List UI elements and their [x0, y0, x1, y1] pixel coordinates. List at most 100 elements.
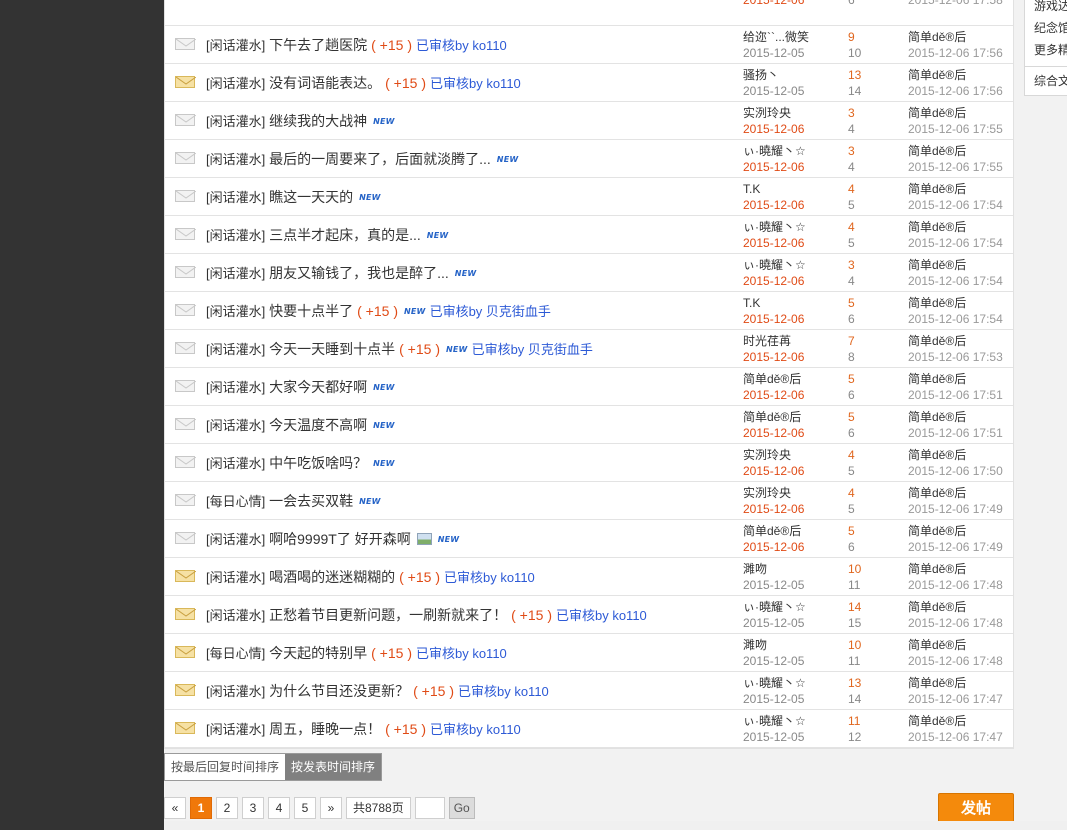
- page-1-button[interactable]: 1: [190, 797, 212, 819]
- thread-subject-link[interactable]: 朋友又输钱了，我也是醉了...: [269, 265, 449, 281]
- author-name[interactable]: 给迩``...微笑: [743, 30, 809, 44]
- hot-thread-envelope-icon[interactable]: [175, 722, 196, 734]
- thread-category[interactable]: [闲话灌水]: [206, 304, 265, 319]
- prev-page-button[interactable]: «: [164, 797, 186, 819]
- thread-category[interactable]: [闲话灌水]: [206, 456, 265, 471]
- thread-subject-link[interactable]: 瞧这一天天的: [269, 189, 353, 205]
- thread-category[interactable]: [闲话灌水]: [206, 380, 265, 395]
- author-name[interactable]: 实洌玲央: [743, 486, 791, 500]
- thread-category[interactable]: [闲话灌水]: [206, 76, 265, 91]
- last-reply-time[interactable]: 2015-12-06 17:47: [908, 729, 1003, 745]
- sort-by-last-reply-button[interactable]: 按最后回复时间排序: [165, 754, 285, 780]
- thread-envelope-icon[interactable]: [175, 342, 196, 354]
- thread-subject-link[interactable]: 三点半才起床，真的是...: [269, 227, 421, 243]
- thread-subject-link[interactable]: 正愁着节目更新问题，一刷新就来了！: [269, 607, 507, 623]
- author-name[interactable]: 实洌玲央: [743, 448, 791, 462]
- thread-category[interactable]: [闲话灌水]: [206, 38, 265, 53]
- thread-subject-link[interactable]: 下午去了趟医院: [269, 37, 367, 53]
- thread-category[interactable]: [闲话灌水]: [206, 228, 265, 243]
- hot-thread-envelope-icon[interactable]: [175, 646, 196, 658]
- last-reply-user[interactable]: 简单dě®后: [908, 409, 1003, 425]
- page-5-button[interactable]: 5: [294, 797, 316, 819]
- last-reply-time[interactable]: 2015-12-06 17:54: [908, 235, 1003, 251]
- thread-category[interactable]: [每日心情]: [206, 494, 265, 509]
- thread-subject-link[interactable]: 今天温度不高啊: [269, 417, 367, 433]
- thread-envelope-icon[interactable]: [175, 228, 196, 240]
- sidebar-item-memorial[interactable]: 纪念馆: [1034, 19, 1067, 36]
- go-button[interactable]: Go: [448, 797, 475, 819]
- last-reply-time[interactable]: 2015-12-06 17:49: [908, 501, 1003, 517]
- author-name[interactable]: 简单dě®后: [743, 524, 801, 538]
- sort-by-post-time-button[interactable]: 按发表时间排序: [285, 754, 382, 780]
- sidebar-item-more[interactable]: 更多精: [1034, 41, 1067, 58]
- last-reply-user[interactable]: 简单dě®后: [908, 561, 1003, 577]
- thread-subject-link[interactable]: 大家今天都好啊: [269, 379, 367, 395]
- last-reply-user[interactable]: 简单dě®后: [908, 181, 1003, 197]
- thread-category[interactable]: [闲话灌水]: [206, 722, 265, 737]
- last-reply-time[interactable]: 2015-12-06 17:48: [908, 615, 1003, 631]
- thread-category[interactable]: [闲话灌水]: [206, 418, 265, 433]
- thread-envelope-icon[interactable]: [175, 304, 196, 316]
- last-reply-user[interactable]: 简单dě®后: [908, 295, 1003, 311]
- author-name[interactable]: T.K: [743, 296, 760, 310]
- author-name[interactable]: 濉吻: [743, 562, 767, 576]
- thread-category[interactable]: [闲话灌水]: [206, 608, 265, 623]
- thread-subject-link[interactable]: 今天起的特别早: [269, 645, 367, 661]
- hot-thread-envelope-icon[interactable]: [175, 570, 196, 582]
- last-reply-time[interactable]: 2015-12-06 17:55: [908, 121, 1003, 137]
- last-reply-user[interactable]: 简单dě®后: [908, 485, 1003, 501]
- last-reply-time[interactable]: 2015-12-06 17:54: [908, 197, 1003, 213]
- hot-thread-envelope-icon[interactable]: [175, 684, 196, 696]
- thread-envelope-icon[interactable]: [175, 266, 196, 278]
- last-reply-user[interactable]: 简单dě®后: [908, 105, 1003, 121]
- thread-category[interactable]: [闲话灌水]: [206, 570, 265, 585]
- thread-category[interactable]: [闲话灌水]: [206, 342, 265, 357]
- author-name[interactable]: 濉吻: [743, 638, 767, 652]
- author-name[interactable]: 骚扬丶: [743, 68, 779, 82]
- sidebar-item-general[interactable]: 综合文: [1034, 72, 1067, 89]
- author-name[interactable]: 时光荏苒: [743, 334, 791, 348]
- last-reply-time[interactable]: 2015-12-06 17:54: [908, 273, 1003, 289]
- author-name[interactable]: T.K: [743, 182, 760, 196]
- page-2-button[interactable]: 2: [216, 797, 238, 819]
- last-reply-user[interactable]: 简单dě®后: [908, 333, 1003, 349]
- last-reply-time[interactable]: 2015-12-06 17:54: [908, 311, 1003, 327]
- last-reply-time[interactable]: 2015-12-06 17:53: [908, 349, 1003, 365]
- hot-thread-envelope-icon[interactable]: [175, 608, 196, 620]
- last-reply-time[interactable]: 2015-12-06 17:48: [908, 577, 1003, 593]
- thread-subject-link[interactable]: 喝酒喝的迷迷糊糊的: [269, 569, 395, 585]
- last-reply-user[interactable]: 简单dě®后: [908, 257, 1003, 273]
- last-reply-user[interactable]: 简单dě®后: [908, 219, 1003, 235]
- thread-envelope-icon[interactable]: [175, 418, 196, 430]
- last-reply-time[interactable]: 2015-12-06 17:50: [908, 463, 1003, 479]
- thread-subject-link[interactable]: 今天一天睡到十点半: [269, 341, 395, 357]
- thread-category[interactable]: [闲话灌水]: [206, 684, 265, 699]
- last-reply-user[interactable]: 简单dě®后: [908, 143, 1003, 159]
- page-number-input[interactable]: [414, 797, 445, 819]
- thread-category[interactable]: [闲话灌水]: [206, 266, 265, 281]
- author-name[interactable]: ぃ·曉耀丶☆: [743, 714, 806, 728]
- last-reply-user[interactable]: 简单dě®后: [908, 523, 1003, 539]
- thread-subject-link[interactable]: 中午吃饭啥吗？: [269, 455, 367, 471]
- page-4-button[interactable]: 4: [268, 797, 290, 819]
- thread-envelope-icon[interactable]: [175, 152, 196, 164]
- page-3-button[interactable]: 3: [242, 797, 264, 819]
- last-reply-time[interactable]: 2015-12-06 17:56: [908, 83, 1003, 99]
- last-reply-time[interactable]: 2015-12-06 17:51: [908, 387, 1003, 403]
- thread-category[interactable]: [闲话灌水]: [206, 152, 265, 167]
- last-reply-user[interactable]: 简单dě®后: [908, 447, 1003, 463]
- thread-subject-link[interactable]: 为什么节目还没更新？: [269, 683, 409, 699]
- last-reply-user[interactable]: 简单dě®后: [908, 675, 1003, 691]
- sidebar-item-games[interactable]: 游戏达: [1034, 0, 1067, 14]
- thread-subject-link[interactable]: 最后的一周要来了，后面就淡腾了...: [269, 151, 491, 167]
- last-reply-time[interactable]: 2015-12-06 17:51: [908, 425, 1003, 441]
- thread-category[interactable]: [闲话灌水]: [206, 114, 265, 129]
- last-reply-time[interactable]: 2015-12-06 17:55: [908, 159, 1003, 175]
- author-name[interactable]: 简单dě®后: [743, 410, 801, 424]
- thread-category[interactable]: [每日心情]: [206, 646, 265, 661]
- last-reply-user[interactable]: 简单dě®后: [908, 67, 1003, 83]
- last-reply-time[interactable]: 2015-12-06 17:49: [908, 539, 1003, 555]
- last-reply-user[interactable]: 简单dě®后: [908, 599, 1003, 615]
- next-page-button[interactable]: »: [320, 797, 342, 819]
- last-reply-time[interactable]: 2015-12-06 17:56: [908, 45, 1003, 61]
